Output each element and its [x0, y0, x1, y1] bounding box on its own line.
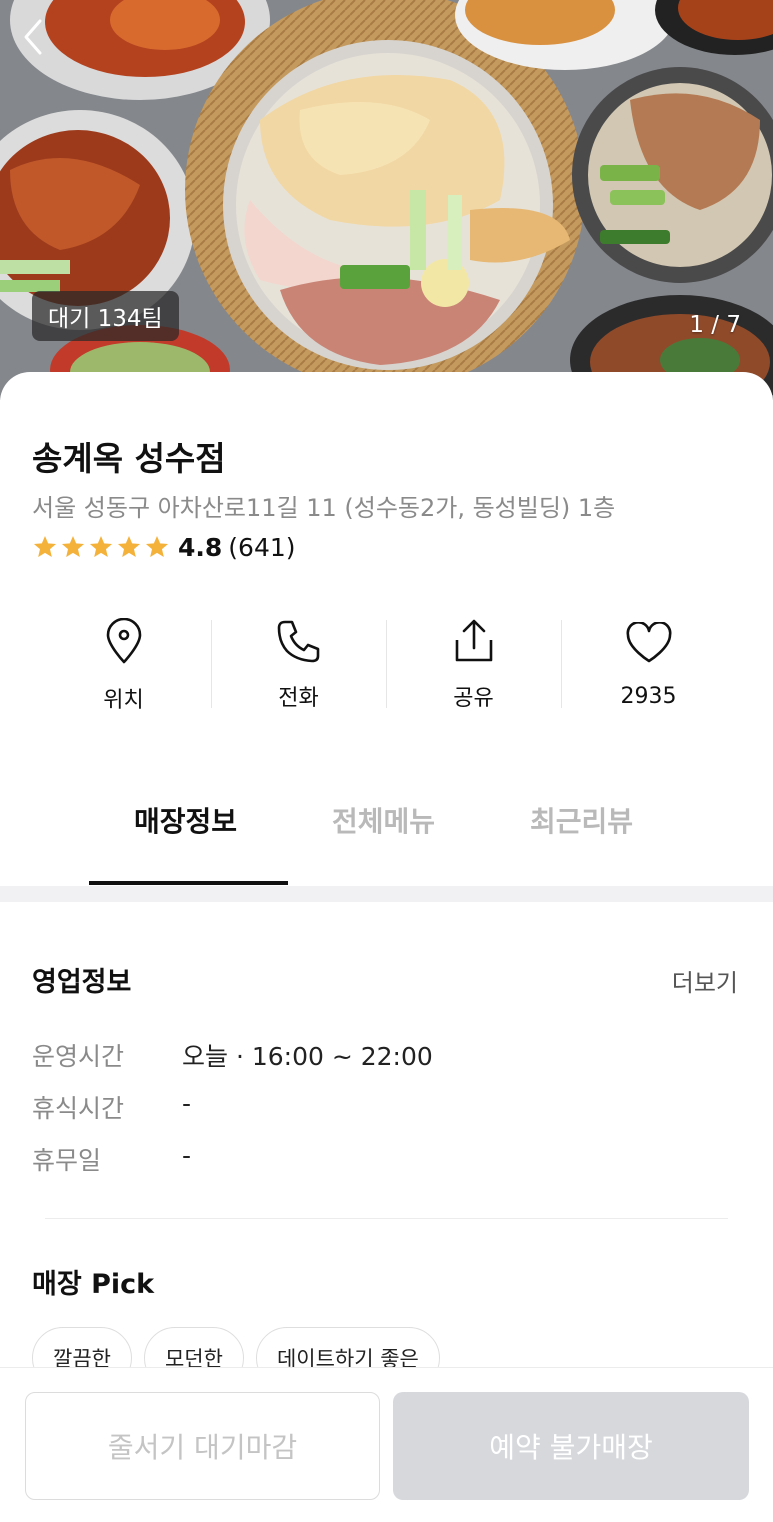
closed-days-value: -	[182, 1141, 192, 1170]
location-button[interactable]: 위치	[36, 618, 211, 713]
location-pin-icon	[106, 618, 141, 664]
store-detail-sheet: 송계옥 성수점 서울 성동구 아차산로11길 11 (성수동2가, 동성빌딩) …	[0, 372, 773, 1522]
call-label: 전화	[278, 686, 319, 711]
section-divider	[0, 886, 773, 902]
share-label: 공유	[453, 686, 494, 711]
break-time-row: 휴식시간 -	[32, 1089, 191, 1125]
reservation-unavailable-button[interactable]: 예약 불가매장	[393, 1392, 749, 1500]
wait-count-badge: 대기 134팀	[32, 291, 179, 341]
tab-full-menu[interactable]: 전체메뉴	[332, 800, 435, 840]
store-pick-title: 매장 Pick	[32, 1269, 155, 1300]
closed-days-row: 휴무일 -	[32, 1141, 191, 1177]
business-info-title: 영업정보	[32, 967, 132, 998]
closed-days-key: 휴무일	[32, 1146, 102, 1175]
rating-stars	[32, 534, 170, 560]
hours-value: 오늘 · 16:00 ~ 22:00	[182, 1042, 433, 1071]
tab-store-info[interactable]: 매장정보	[134, 800, 237, 840]
rating-row: 4.8 (641)	[32, 530, 296, 564]
back-button[interactable]	[22, 18, 62, 62]
rating-value: 4.8	[178, 532, 223, 562]
heart-icon	[626, 622, 671, 663]
break-time-key: 휴식시간	[32, 1094, 125, 1123]
share-button[interactable]: 공유	[386, 618, 561, 711]
star-icon	[145, 535, 169, 557]
hours-row: 운영시간 오늘 · 16:00 ~ 22:00	[32, 1037, 433, 1073]
location-label: 위치	[103, 688, 144, 713]
star-icon	[89, 535, 113, 557]
tab-bar: 매장정보 전체메뉴 최근리뷰	[0, 772, 773, 886]
review-count: (641)	[228, 532, 296, 562]
tab-recent-reviews[interactable]: 최근리뷰	[530, 800, 633, 840]
share-icon	[455, 619, 492, 662]
like-button[interactable]: 2935	[561, 618, 736, 710]
chevron-left-icon	[24, 19, 42, 55]
action-bar: 위치 전화 공유 2935	[36, 618, 736, 713]
divider	[45, 1218, 728, 1219]
queue-closed-button[interactable]: 줄서기 대기마감	[25, 1392, 380, 1500]
star-icon	[117, 535, 141, 557]
image-page-counter: 1 / 7	[689, 312, 741, 338]
star-icon	[33, 535, 57, 557]
like-count: 2935	[620, 684, 677, 709]
call-button[interactable]: 전화	[211, 618, 386, 711]
break-time-value: -	[182, 1089, 192, 1118]
phone-icon	[277, 620, 319, 663]
active-tab-indicator	[89, 881, 288, 885]
hero-image: 대기 134팀 1 / 7	[0, 0, 773, 400]
store-address: 서울 성동구 아차산로11길 11 (성수동2가, 동성빌딩) 1층	[32, 494, 616, 522]
bottom-action-bar: 줄서기 대기마감 예약 불가매장	[0, 1367, 773, 1522]
store-name: 송계옥 성수점	[32, 439, 226, 478]
hours-key: 운영시간	[32, 1042, 125, 1071]
star-icon	[61, 535, 85, 557]
more-link[interactable]: 더보기	[672, 963, 738, 998]
